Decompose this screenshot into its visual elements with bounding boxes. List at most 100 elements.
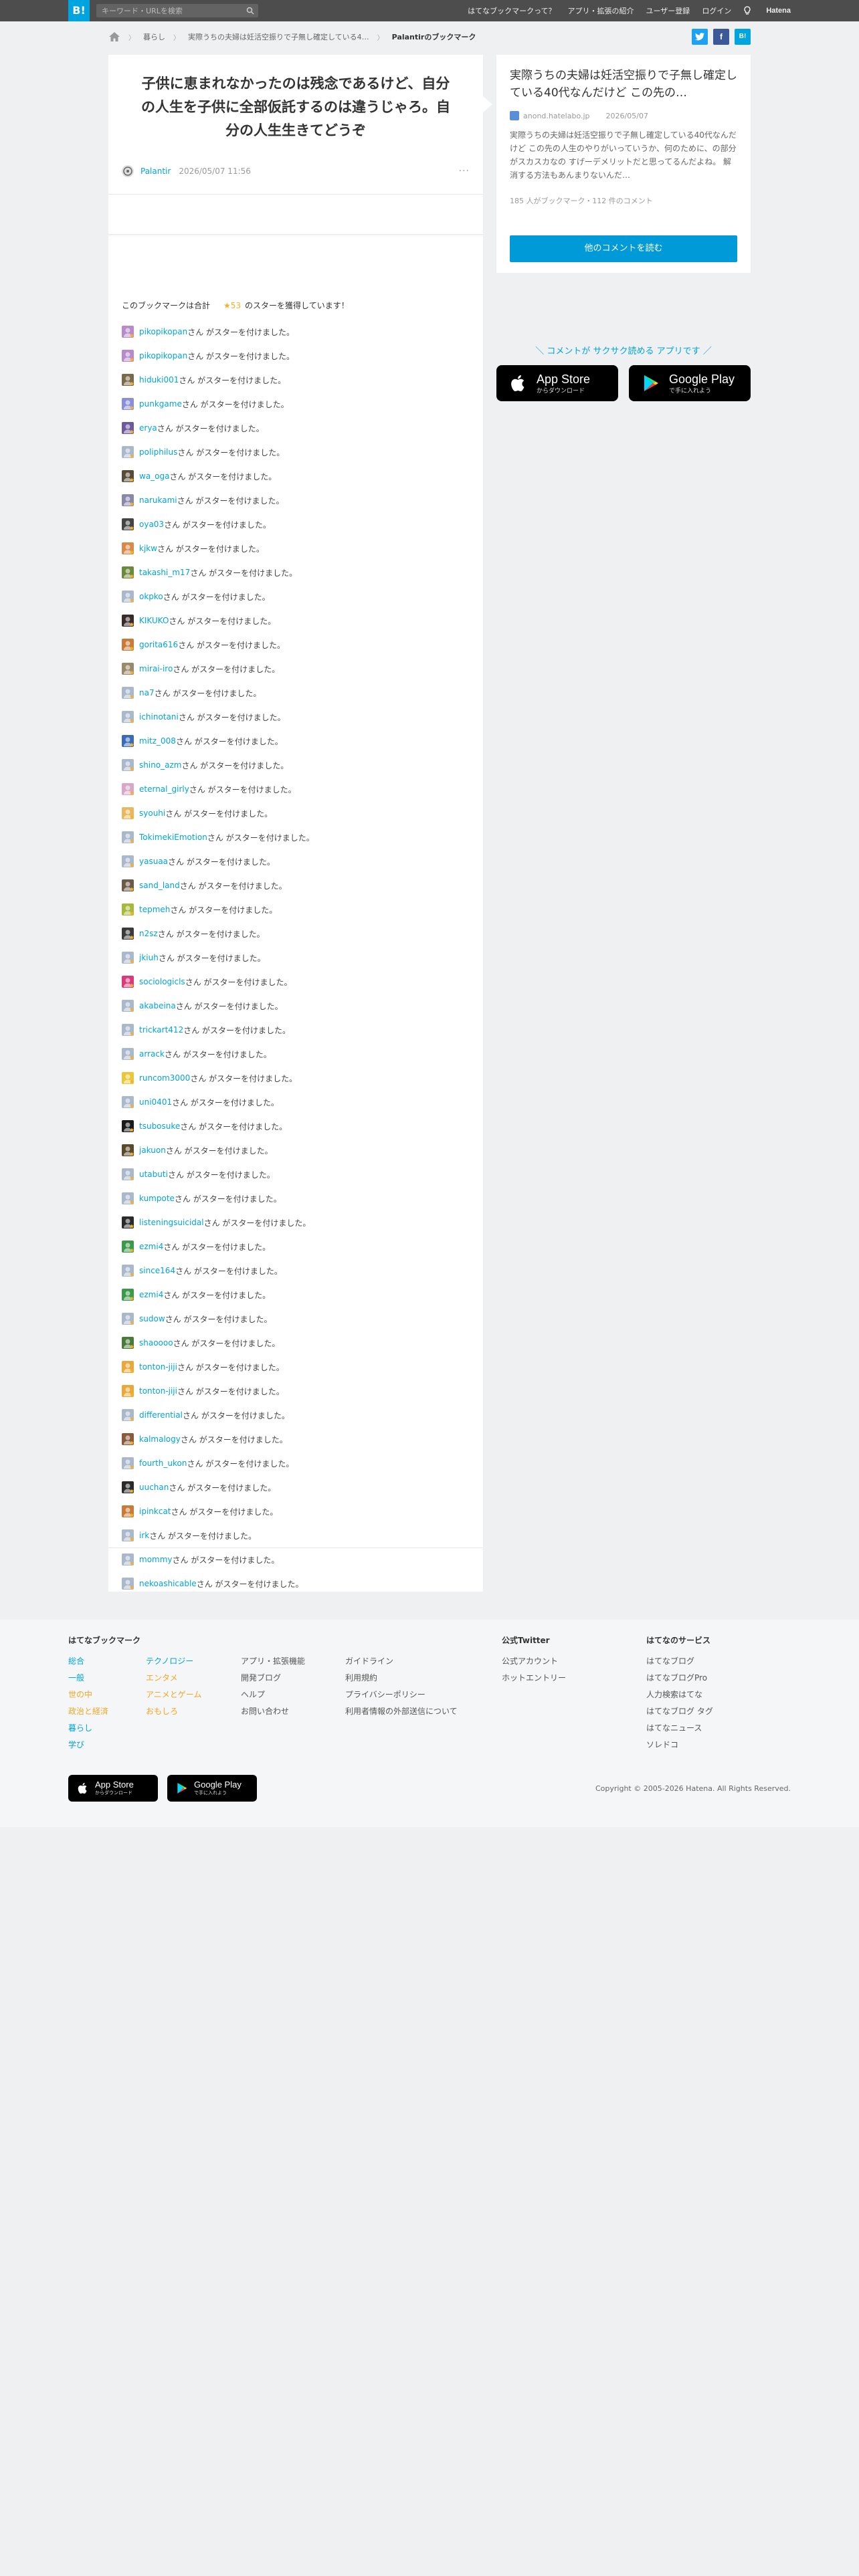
footer-link[interactable]: ホットエントリー <box>502 1670 566 1687</box>
search-icon[interactable] <box>246 7 254 15</box>
star-user-avatar[interactable] <box>122 1048 134 1060</box>
star-username[interactable]: poliphilus <box>139 447 177 457</box>
star-user-avatar[interactable] <box>122 1120 134 1132</box>
twitter-share-icon[interactable] <box>692 29 708 45</box>
star-username[interactable]: ipinkcat <box>139 1507 171 1516</box>
star-username[interactable]: ichinotani <box>139 712 179 722</box>
star-username[interactable]: TokimekiEmotion <box>139 833 207 842</box>
footer-link[interactable]: 開発ブログ <box>241 1670 305 1687</box>
star-username[interactable]: erya <box>139 423 157 433</box>
star-user-avatar[interactable] <box>122 1000 134 1012</box>
footer-link[interactable]: はてなブログPro <box>646 1670 713 1687</box>
star-user-avatar[interactable] <box>122 1529 134 1541</box>
star-username[interactable]: ezmi4 <box>139 1290 163 1299</box>
home-icon[interactable] <box>108 31 120 42</box>
star-username[interactable]: sudow <box>139 1314 165 1323</box>
star-user-avatar[interactable] <box>122 1168 134 1180</box>
footer-link[interactable]: 公式アカウント <box>502 1653 566 1670</box>
star-username[interactable]: nekoashicable <box>139 1579 197 1588</box>
footer-category-link[interactable]: テクノロジー <box>146 1653 201 1670</box>
star-username[interactable]: n2sz <box>139 929 158 938</box>
star-user-avatar[interactable] <box>122 976 134 988</box>
nav-apps[interactable]: アプリ・拡張の紹介 <box>568 5 634 16</box>
star-user-avatar[interactable] <box>122 735 134 747</box>
star-username[interactable]: mitz_008 <box>139 736 176 746</box>
star-username[interactable]: irk <box>139 1531 149 1540</box>
star-user-avatar[interactable] <box>122 326 134 338</box>
star-username[interactable]: oya03 <box>139 520 164 529</box>
star-username[interactable]: uni0401 <box>139 1097 172 1107</box>
hatena-bookmark-logo[interactable]: B! <box>68 0 90 21</box>
footer-category-link[interactable]: 学び <box>68 1737 108 1753</box>
star-user-avatar[interactable] <box>122 903 134 916</box>
star-user-avatar[interactable] <box>122 759 134 771</box>
star-username[interactable]: akabeina <box>139 1001 176 1010</box>
star-username[interactable]: fourth_ukon <box>139 1459 187 1468</box>
star-username[interactable]: trickart412 <box>139 1025 183 1035</box>
star-user-avatar[interactable] <box>122 591 134 603</box>
footer-link[interactable]: プライバシーポリシー <box>345 1687 458 1703</box>
star-username[interactable]: yasuaa <box>139 857 168 866</box>
star-user-avatar[interactable] <box>122 494 134 506</box>
footer-category-link[interactable]: アニメとゲーム <box>146 1687 201 1703</box>
entry-title[interactable]: 実際うちの夫婦は妊活空振りで子無し確定している40代なんだけど この先の… <box>510 67 737 102</box>
nav-about[interactable]: はてなブックマークって？ <box>468 5 555 16</box>
footer-link[interactable]: アプリ・拡張機能 <box>241 1653 305 1670</box>
star-user-avatar[interactable] <box>122 1409 134 1421</box>
star-user-avatar[interactable] <box>122 807 134 819</box>
star-username[interactable]: tepmeh <box>139 905 170 914</box>
star-user-avatar[interactable] <box>122 1192 134 1204</box>
footer-category-link[interactable]: 一般 <box>68 1670 108 1687</box>
star-username[interactable]: jkiuh <box>139 953 159 962</box>
star-username[interactable]: kalmalogy <box>139 1434 181 1444</box>
star-user-avatar[interactable] <box>122 446 134 458</box>
footer-link[interactable]: お問い合わせ <box>241 1703 305 1720</box>
star-username[interactable]: differential <box>139 1410 183 1420</box>
star-user-avatar[interactable] <box>122 1241 134 1253</box>
star-username[interactable]: tonton-jiji <box>139 1362 177 1372</box>
star-user-avatar[interactable] <box>122 1265 134 1277</box>
entry-counts[interactable]: 185 人がブックマーク・112 件のコメント <box>510 195 653 206</box>
star-username[interactable]: hiduki001 <box>139 375 179 385</box>
star-user-avatar[interactable] <box>122 1578 134 1590</box>
star-user-avatar[interactable] <box>122 1553 134 1566</box>
star-user-avatar[interactable] <box>122 566 134 578</box>
nav-signup[interactable]: ユーザー登録 <box>646 5 690 16</box>
star-user-avatar[interactable] <box>122 928 134 940</box>
star-user-avatar[interactable] <box>122 1313 134 1325</box>
star-user-avatar[interactable] <box>122 711 134 723</box>
star-user-avatar[interactable] <box>122 1433 134 1445</box>
hatena-logo[interactable]: Hatena <box>743 6 791 15</box>
star-username[interactable]: shino_azm <box>139 760 181 770</box>
star-username[interactable]: jakuon <box>139 1146 166 1155</box>
star-username[interactable]: gorita616 <box>139 640 178 649</box>
footer-google-play-button[interactable]: Google Play で手に入れよう <box>167 1775 257 1802</box>
star-username[interactable]: kumpote <box>139 1194 175 1203</box>
breadcrumb-category[interactable]: 暮らし <box>143 31 165 42</box>
star-user-avatar[interactable] <box>122 663 134 675</box>
star-username[interactable]: na7 <box>139 688 155 697</box>
star-user-avatar[interactable] <box>122 1072 134 1084</box>
star-user-avatar[interactable] <box>122 542 134 554</box>
star-username[interactable]: mommy <box>139 1555 173 1564</box>
star-username[interactable]: listeningsuicidal <box>139 1218 204 1227</box>
star-username[interactable]: arrack <box>139 1049 165 1059</box>
star-user-avatar[interactable] <box>122 831 134 843</box>
footer-link[interactable]: はてなブログ タグ <box>646 1703 713 1720</box>
star-user-avatar[interactable] <box>122 1024 134 1036</box>
nav-login[interactable]: ログイン <box>702 5 731 16</box>
star-user-avatar[interactable] <box>122 1505 134 1517</box>
star-user-avatar[interactable] <box>122 783 134 795</box>
star-username[interactable]: ezmi4 <box>139 1242 163 1251</box>
bookmark-date[interactable]: 2026/05/07 11:56 <box>179 167 251 176</box>
star-username[interactable]: sand_land <box>139 881 180 890</box>
search-input[interactable] <box>96 4 244 17</box>
star-user-avatar[interactable] <box>122 374 134 386</box>
star-username[interactable]: mirai-iro <box>139 664 173 673</box>
star-username[interactable]: eternal_girly <box>139 784 189 794</box>
star-user-avatar[interactable] <box>122 1144 134 1156</box>
bookmark-username[interactable]: Palantir <box>140 167 171 176</box>
user-avatar[interactable] <box>122 165 134 177</box>
footer-category-link[interactable]: エンタメ <box>146 1670 201 1687</box>
footer-app-store-button[interactable]: App Store からダウンロード <box>68 1775 158 1802</box>
